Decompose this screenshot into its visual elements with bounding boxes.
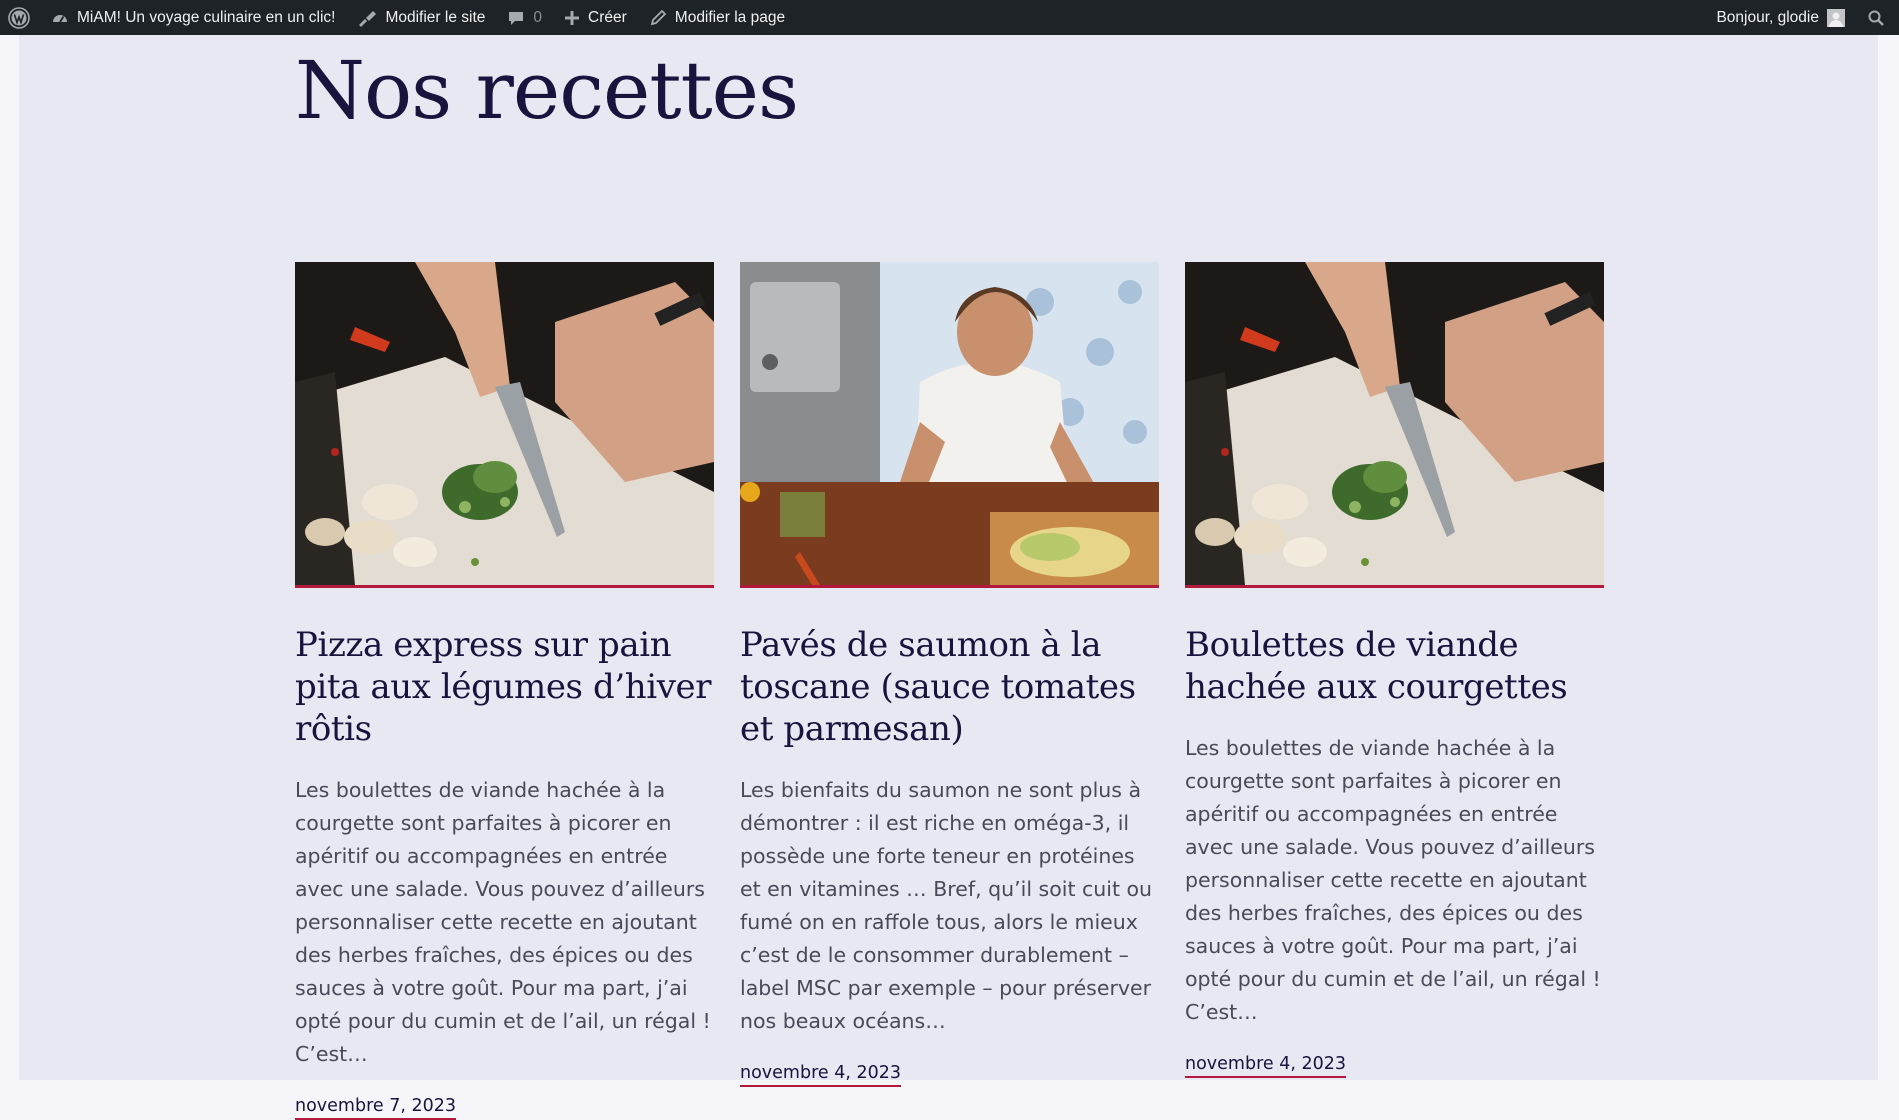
post-thumbnail[interactable] [1185,262,1604,588]
page-content: Nos recettes Pizza express sur pain pita… [19,35,1878,1120]
post-card: Pizza express sur pain pita aux légumes … [295,262,714,1120]
post-excerpt: Les boulettes de viande hachée à la cour… [1185,736,1601,1024]
post-date[interactable]: novembre 4, 2023 [740,1063,902,1087]
post-excerpt: Les boulettes de viande hachée à la cour… [295,778,711,1066]
admin-bar: MiAM! Un voyage culinaire en un clic! Mo… [0,0,1899,35]
post-title[interactable]: Boulettes de viande hachée aux courgette… [1185,624,1604,708]
comment-icon [509,11,524,25]
comments-button[interactable]: 0 [496,0,553,35]
new-content-label: Créer [588,8,627,26]
post-date[interactable]: novembre 7, 2023 [295,1096,457,1120]
page-title: Nos recettes [295,44,799,137]
post-card: Pavés de saumon à la toscane (sauce toma… [740,262,1159,1087]
post-title[interactable]: Pavés de saumon à la toscane (sauce toma… [740,624,1159,750]
edit-site-label: Modifier le site [385,8,486,26]
post-excerpt: Les bienfaits du saumon ne sont plus à d… [740,778,1153,1033]
dashboard-icon [53,14,67,22]
post-thumbnail[interactable] [740,262,1159,588]
search-icon [1868,10,1884,26]
new-content-button[interactable]: Créer [553,0,638,35]
pencil-icon [650,9,667,25]
brush-icon [359,10,377,27]
comments-count: 0 [533,8,543,26]
post-title[interactable]: Pizza express sur pain pita aux légumes … [295,624,714,750]
site-name-menu[interactable]: MiAM! Un voyage culinaire en un clic! [40,0,346,35]
greeting-label: Bonjour, glodie [1716,8,1819,26]
plus-icon [565,10,580,25]
site-name-label: MiAM! Un voyage culinaire en un clic! [77,8,336,26]
edit-page-label: Modifier la page [674,8,786,26]
my-account-menu[interactable]: Bonjour, glodie [1705,0,1856,35]
edit-site-button[interactable]: Modifier le site [346,0,496,35]
search-button[interactable] [1856,0,1899,35]
post-thumbnail[interactable] [295,262,714,588]
wordpress-logo-icon[interactable] [0,0,40,35]
avatar [1827,8,1845,27]
edit-page-button[interactable]: Modifier la page [638,0,796,35]
post-card: Boulettes de viande hachée aux courgette… [1185,262,1604,1078]
post-date[interactable]: novembre 4, 2023 [1185,1054,1347,1078]
